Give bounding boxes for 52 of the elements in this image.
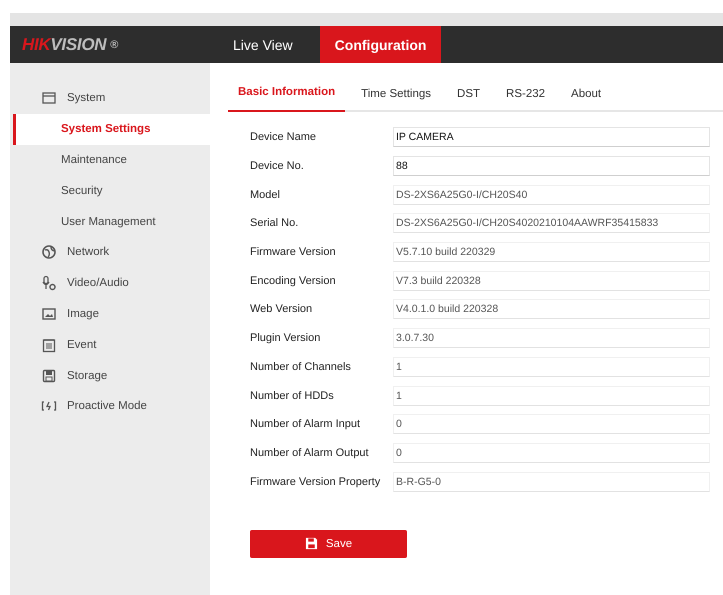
field-label: Plugin Version — [250, 332, 322, 344]
registered-mark: ® — [110, 38, 118, 50]
field-label: Device Name — [250, 131, 318, 144]
tab[interactable]: Basic Information — [228, 77, 346, 112]
calendar-icon — [41, 336, 57, 353]
sidebar-item[interactable]: System Settings — [13, 114, 210, 145]
field-value: 0 — [393, 442, 710, 463]
field-label: Web Version — [250, 303, 314, 316]
field-value: 0 — [393, 414, 710, 434]
sidebar-item[interactable]: Network — [13, 236, 210, 268]
field-label: Number of Channels — [250, 360, 352, 373]
sidebar-item[interactable]: Video/Audio — [13, 268, 210, 299]
save-button[interactable]: Save — [250, 530, 407, 558]
sidebar-item[interactable]: Event — [13, 329, 210, 360]
field-value: 3.0.7.30 — [393, 328, 710, 348]
sidebar-item[interactable]: User Management — [13, 206, 210, 237]
tab[interactable]: DST — [447, 77, 490, 112]
sidebar-item[interactable]: Maintenance — [13, 144, 210, 176]
input-field[interactable]: 88 — [393, 156, 710, 176]
field-value: 1 — [393, 386, 710, 406]
field-value: V7.3 build 220328 — [393, 270, 710, 291]
field-value: V5.7.10 build 220329 — [393, 242, 710, 262]
field-value: V4.0.1.0 build 220328 — [393, 299, 710, 320]
sidebar-item[interactable]: Proactive Mode — [13, 390, 210, 422]
sidebar-item[interactable]: Image — [13, 298, 210, 330]
nav-tab[interactable]: Live View — [218, 26, 308, 63]
image-icon — [41, 306, 57, 322]
tab[interactable]: About — [561, 77, 612, 112]
nav-tab[interactable]: Configuration — [320, 26, 442, 63]
field-label: Number of HDDs — [250, 390, 335, 402]
sidebar-item[interactable]: Security — [13, 175, 210, 206]
window-icon — [41, 90, 57, 106]
input-field[interactable]: IP CAMERA — [393, 127, 710, 148]
field-label: Firmware Version Property — [250, 476, 382, 488]
logo: HIKVISION — [22, 34, 106, 54]
field-value: DS-2XS6A25G0-I/CH20S4020210104AAWRF35415833 — [393, 213, 710, 234]
field-label: Model — [250, 188, 281, 201]
field-label: Encoding Version — [250, 274, 337, 287]
field-label: Firmware Version — [250, 246, 337, 258]
field-value: B-R-G5-0 — [393, 472, 710, 492]
sidebar-item[interactable]: System — [13, 83, 210, 114]
microphone-icon — [41, 275, 57, 292]
sidebar-item[interactable]: Storage — [13, 360, 210, 391]
field-label: Number of Alarm Input — [250, 418, 362, 430]
field-label: Device No. — [250, 160, 305, 172]
tab[interactable]: Time Settings — [351, 77, 442, 112]
tab[interactable]: RS-232 — [496, 77, 556, 112]
field-value: 1 — [393, 356, 710, 377]
field-value: DS-2XS6A25G0-I/CH20S40 — [393, 184, 710, 205]
field-label: Number of Alarm Output — [250, 446, 370, 459]
globe-icon — [41, 244, 57, 260]
field-label: Serial No. — [250, 217, 300, 230]
